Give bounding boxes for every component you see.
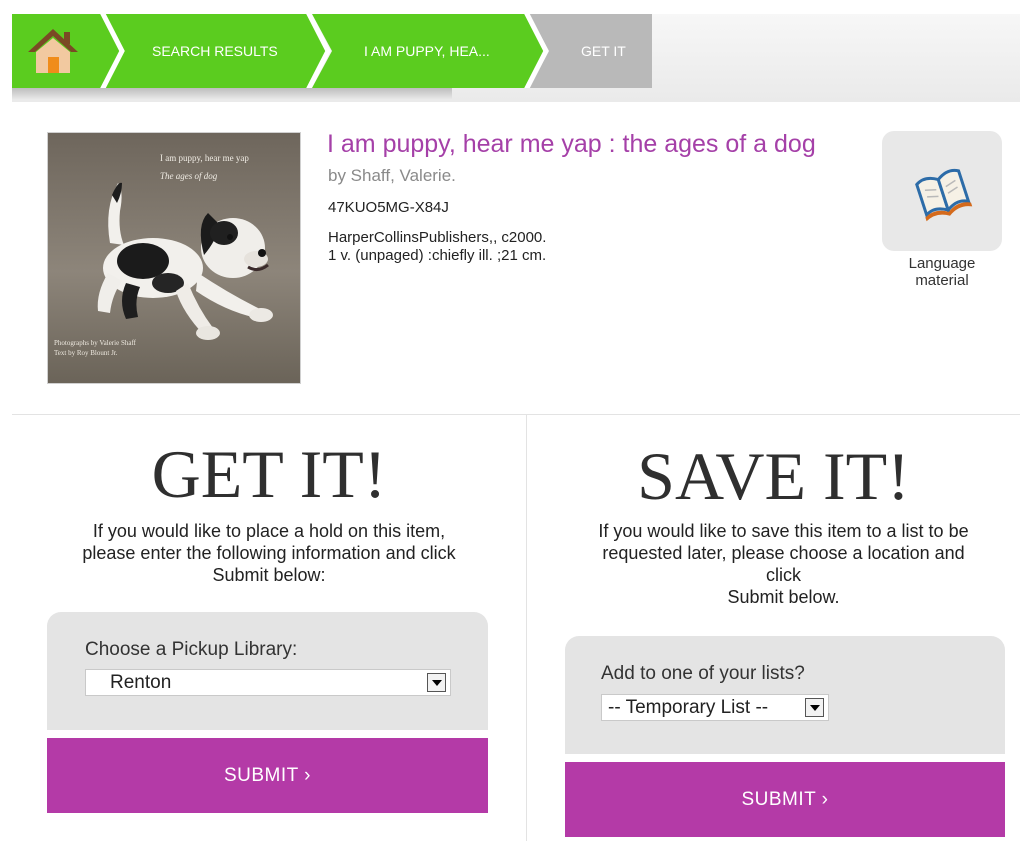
format-label-line2: material [915,272,969,289]
pickup-library-label: Choose a Pickup Library: [85,639,298,660]
get-it-heading: GET IT! [151,436,387,512]
item-description: 1 v. (unpaged) :chiefly ill. ;21 cm. [328,247,547,264]
save-it-submit-button[interactable]: SUBMIT › [565,762,1005,837]
get-it-intro-line: Submit below: [212,565,326,585]
section-divider [12,414,1020,415]
item-title[interactable]: I am puppy, hear me yap : the ages of a … [327,130,816,159]
save-it-intro-line: Submit below. [727,587,840,607]
save-list-panel: Add to one of your lists? -- Temporary L… [565,636,1005,754]
get-it-submit-button[interactable]: SUBMIT › [47,738,488,813]
pickup-library-panel: Choose a Pickup Library: Renton [47,612,488,730]
book-cover-image[interactable]: I am puppy, hear me yap The ages of dog … [47,132,301,384]
get-it-intro-line: please enter the following information a… [82,543,456,563]
save-it-intro-line: click [766,565,801,585]
save-it-intro-line: requested later, please choose a locatio… [602,543,965,563]
breadcrumb-search-results[interactable]: SEARCH RESULTS [152,14,278,88]
save-list-label: Add to one of your lists? [601,663,805,684]
save-it-intro: If you would like to save this item to a… [526,520,1020,608]
breadcrumb-shadow [12,88,452,100]
format-label-line1: Language [908,255,976,272]
format-label: Language material [882,255,1002,289]
cover-subtitle: The ages of dog [160,171,218,181]
breadcrumb: SEARCH RESULTS I AM PUPPY, HEA... GET IT [12,14,1020,102]
house-icon[interactable] [26,26,80,76]
breadcrumb-item-title[interactable]: I AM PUPPY, HEA... [364,14,490,88]
cover-title: I am puppy, hear me yap [160,153,249,163]
chevron-down-icon[interactable] [427,673,446,692]
item-id: 47KUO5MG-X84J [328,199,449,216]
breadcrumb-get-it: GET IT [581,43,626,59]
item-publisher: HarperCollinsPublishers,, c2000. [328,229,547,246]
pickup-library-select[interactable]: Renton [85,669,451,696]
item-author: by Shaff, Valerie. [328,166,456,185]
cover-text-credit: Text by Roy Blount Jr. [54,349,118,357]
get-it-intro: If you would like to place a hold on thi… [12,520,526,586]
save-list-select[interactable]: -- Temporary List -- [601,694,829,721]
save-list-value: -- Temporary List -- [608,697,769,718]
format-badge [882,131,1002,251]
save-it-heading: SAVE IT! [637,438,910,514]
chevron-down-icon[interactable] [805,698,824,717]
open-book-icon [915,168,973,222]
cover-photo-credit: Photographs by Valerie Shaff [54,339,137,347]
save-it-intro-line: If you would like to save this item to a… [598,521,969,541]
breadcrumb-arrows [12,14,652,88]
pickup-library-value: Renton [110,672,172,693]
get-it-intro-line: If you would like to place a hold on thi… [92,521,446,541]
